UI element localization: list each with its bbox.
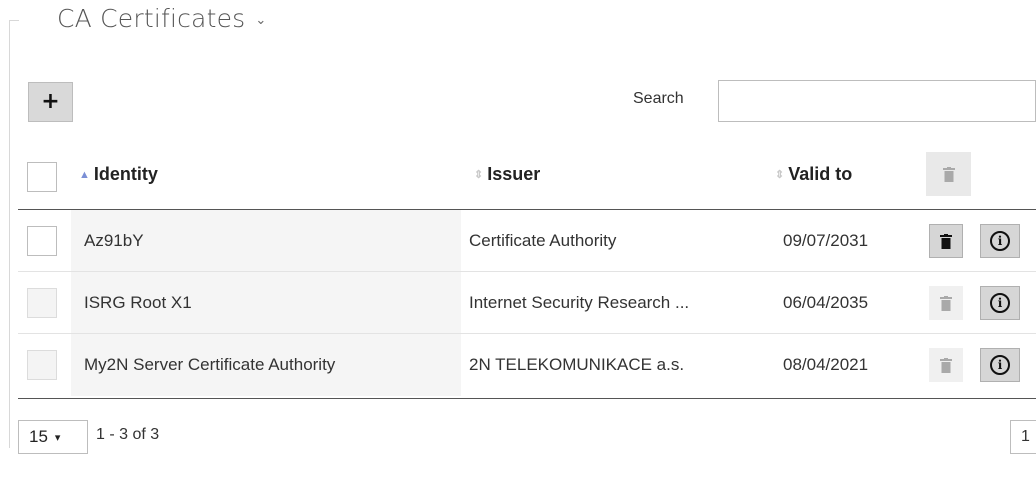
info-button[interactable]: i	[980, 348, 1020, 382]
issuer-cell: 2N TELEKOMUNIKACE a.s.	[469, 355, 685, 374]
issuer-cell: Internet Security Research ...	[469, 293, 690, 312]
info-icon: i	[990, 293, 1010, 313]
sort-icon: ⇕	[474, 169, 484, 181]
page-button[interactable]: 1	[1010, 420, 1036, 454]
section-frame-line	[9, 20, 10, 448]
row-checkbox[interactable]	[27, 288, 57, 318]
add-certificate-button[interactable]: +	[28, 82, 73, 122]
table-footer-divider	[18, 398, 1036, 399]
delete-button[interactable]	[929, 348, 963, 382]
sort-asc-icon: ▲	[79, 168, 90, 181]
valid-to-cell: 06/04/2035	[783, 293, 869, 312]
table-row[interactable]: ISRG Root X1 Internet Security Research …	[18, 272, 1036, 334]
delete-button[interactable]	[929, 224, 963, 258]
identity-cell: ISRG Root X1	[84, 293, 192, 312]
valid-to-cell: 09/07/2031	[783, 231, 869, 250]
search-input[interactable]	[718, 80, 1036, 122]
chevron-down-icon: ⌄	[255, 13, 267, 28]
pagination-range: 1 - 3 of 3	[96, 426, 160, 443]
column-header-valid-to[interactable]: ⇕ Valid to	[775, 164, 852, 185]
table-row[interactable]: My2N Server Certificate Authority 2N TEL…	[18, 334, 1036, 396]
identity-cell: My2N Server Certificate Authority	[84, 355, 336, 374]
sort-icon: ⇕	[775, 169, 785, 181]
select-all-checkbox[interactable]	[27, 162, 57, 192]
info-button[interactable]: i	[980, 224, 1020, 258]
info-icon: i	[990, 231, 1010, 251]
column-header-identity[interactable]: ▲ Identity	[79, 164, 158, 185]
section-title: CA Certificates	[57, 4, 246, 33]
column-header-issuer[interactable]: ⇕ Issuer	[474, 164, 540, 185]
chevron-down-icon: ▾	[54, 431, 61, 444]
row-checkbox[interactable]	[27, 226, 57, 256]
section-frame-corner	[9, 20, 19, 21]
table-row[interactable]: Az91bY Certificate Authority 09/07/2031 …	[18, 210, 1036, 272]
search-label: Search	[633, 90, 684, 107]
valid-to-cell: 08/04/2021	[783, 355, 869, 374]
issuer-cell: Certificate Authority	[469, 231, 617, 250]
plus-icon: +	[41, 89, 60, 114]
row-checkbox[interactable]	[27, 350, 57, 380]
page-size-select[interactable]: 15 ▾	[18, 420, 88, 454]
trash-icon	[940, 233, 952, 249]
delete-selected-button[interactable]	[926, 152, 971, 196]
info-button[interactable]: i	[980, 286, 1020, 320]
page-size-value: 15	[29, 427, 48, 446]
delete-button[interactable]	[929, 286, 963, 320]
trash-icon	[940, 295, 952, 311]
info-icon: i	[990, 355, 1010, 375]
trash-icon	[942, 166, 955, 182]
trash-icon	[940, 357, 952, 373]
section-header[interactable]: CA Certificates ⌄	[57, 4, 266, 33]
identity-cell: Az91bY	[84, 231, 144, 250]
